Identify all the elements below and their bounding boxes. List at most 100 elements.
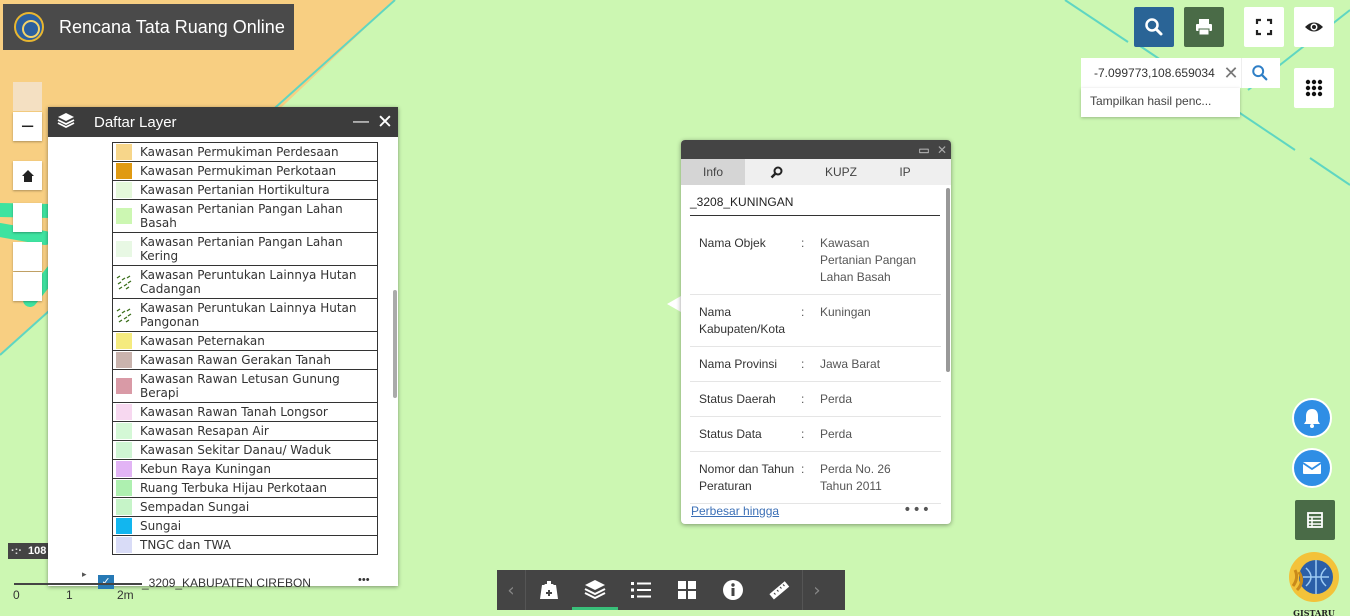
popup-scrollbar[interactable] [946, 188, 950, 372]
zoom-in-button[interactable] [13, 82, 42, 111]
layer-legend-item[interactable]: Kawasan Peruntukan Lainnya Hutan Pangona… [113, 298, 377, 331]
zoom-out-button[interactable]: − [13, 112, 42, 141]
more-actions-icon[interactable]: ••• [903, 502, 931, 518]
layer-legend-item[interactable]: Kawasan Rawan Gerakan Tanah [113, 350, 377, 369]
layer-legend-item[interactable]: Kawasan Rawan Tanah Longsor [113, 402, 377, 421]
visibility-button[interactable] [1294, 7, 1334, 47]
layer-legend-label: Kawasan Resapan Air [140, 424, 269, 438]
search-suggestion[interactable]: Tampilkan hasil penc... [1081, 88, 1240, 117]
measurement-button[interactable] [756, 570, 802, 610]
layer-legend-item[interactable]: Kebun Raya Kuningan [113, 459, 377, 478]
layer-legend-item[interactable]: Ruang Terbuka Hijau Perkotaan [113, 478, 377, 497]
layer-legend-label: Kawasan Pertanian Pangan Lahan Basah [140, 202, 343, 230]
layer-legend-item[interactable]: TNGC dan TWA [113, 535, 377, 554]
attribute-value: Kuningan [820, 305, 871, 319]
tab-zoom[interactable] [745, 159, 809, 185]
legend-swatch-icon [116, 208, 132, 224]
layer-legend-label: Kawasan Permukiman Perdesaan [140, 145, 339, 159]
search-button[interactable] [1134, 7, 1174, 47]
layer-legend-item[interactable]: Kawasan Resapan Air [113, 421, 377, 440]
attribute-key: Nama Objek [699, 236, 766, 250]
layer-legend-item[interactable]: Kawasan Pertanian Pangan Lahan Basah [113, 199, 377, 232]
search-submit-button[interactable] [1241, 58, 1277, 88]
envelope-icon [1302, 462, 1322, 474]
popup-header: ▭ ✕ [681, 140, 951, 159]
legend-swatch-icon [116, 442, 132, 458]
home-button[interactable] [13, 161, 42, 190]
popup-pointer [667, 296, 681, 312]
attribute-value: Kawasan Pertanian Pangan Lahan Basah [820, 236, 917, 284]
legend-swatch-icon [116, 274, 132, 290]
attribute-table-button[interactable] [1295, 500, 1335, 540]
info-icon [723, 580, 743, 600]
apps-menu-button[interactable] [1294, 68, 1334, 108]
clear-search-icon[interactable]: ✕ [1221, 63, 1241, 84]
fullscreen-icon [1255, 18, 1273, 36]
notification-button[interactable] [1292, 398, 1332, 438]
scale-label-1: 1 [66, 588, 73, 602]
toolbar-prev-arrow[interactable]: ‹ [497, 570, 525, 610]
layer-legend-label: Kawasan Peruntukan Lainnya Hutan Pangona… [140, 301, 357, 329]
layer-legend-item[interactable]: Sungai [113, 516, 377, 535]
atr-logo-icon [14, 12, 44, 42]
layer-legend-item[interactable]: Kawasan Peruntukan Lainnya Hutan Cadanga… [113, 265, 377, 298]
layer-group-menu-icon[interactable]: ••• [358, 574, 370, 586]
crosshair-icon: ·:· [11, 545, 22, 557]
popup-title: _3208_KUNINGAN [690, 195, 940, 216]
add-data-icon [540, 581, 558, 599]
legend-swatch-icon [116, 182, 132, 198]
layer-panel-title: Daftar Layer [94, 113, 177, 131]
attribute-value: Perda No. 26 Tahun 2011 [820, 462, 891, 493]
attribute-key: Status Daerah [699, 392, 776, 406]
scale-label-0: 0 [13, 588, 20, 602]
grid-icon [678, 581, 696, 599]
toolbar-next-arrow[interactable]: › [803, 570, 831, 610]
tab-kupz[interactable]: KUPZ [809, 159, 873, 185]
minimize-button[interactable]: — [350, 113, 372, 131]
maximize-icon[interactable]: ▭ [915, 143, 933, 157]
print-button[interactable] [1184, 7, 1224, 47]
tab-ip[interactable]: IP [873, 159, 937, 185]
layer-list-button[interactable] [572, 570, 618, 610]
search-input[interactable]: -7.099773,108.659034 [1081, 66, 1221, 80]
attribute-separator: : [801, 392, 805, 406]
layer-legend-item[interactable]: Sempadan Sungai [113, 497, 377, 516]
locate-button[interactable] [13, 203, 42, 232]
legend-swatch-icon [116, 352, 132, 368]
gistaru-logo: GISTARU [1285, 548, 1343, 616]
close-icon[interactable]: ✕ [933, 143, 951, 157]
layer-legend-item[interactable]: Kawasan Permukiman Perdesaan [113, 142, 377, 161]
layer-legend-item[interactable]: Kawasan Pertanian Pangan Lahan Kering [113, 232, 377, 265]
layer-panel-scrollbar[interactable] [393, 290, 397, 398]
fullscreen-button[interactable] [1244, 7, 1284, 47]
coordinate-search: -7.099773,108.659034 ✕ [1081, 58, 1280, 88]
layer-legend-item[interactable]: Kawasan Peternakan [113, 331, 377, 350]
layer-legend-item[interactable]: Kawasan Permukiman Perkotaan [113, 161, 377, 180]
forward-extent-button[interactable] [13, 272, 42, 301]
bottom-toolbar: ‹ › [497, 570, 845, 610]
layer-legend-item[interactable]: Kawasan Rawan Letusan Gunung Berapi [113, 369, 377, 402]
layers-icon [584, 579, 606, 599]
gistaru-label: GISTARU [1293, 608, 1335, 616]
tab-info[interactable]: Info [681, 159, 745, 185]
search-icon [1251, 65, 1267, 81]
legend-swatch-icon [116, 461, 132, 477]
back-extent-button[interactable] [13, 242, 42, 271]
layer-legend-item[interactable]: Kawasan Sekitar Danau/ Waduk [113, 440, 377, 459]
legend-swatch-icon [116, 241, 132, 257]
layer-legend-label: Kawasan Rawan Tanah Longsor [140, 405, 328, 419]
zoom-to-link[interactable]: Perbesar hingga [691, 504, 779, 518]
attribute-value: Perda [820, 392, 853, 406]
close-button[interactable]: ✕ [372, 111, 398, 134]
legend-button[interactable] [618, 570, 664, 610]
magnifier-icon [770, 166, 783, 179]
layer-legend-item[interactable]: Kawasan Pertanian Hortikultura [113, 180, 377, 199]
table-icon [1307, 512, 1323, 528]
layer-legend-label: Kawasan Permukiman Perkotaan [140, 164, 337, 178]
basemap-gallery-button[interactable] [664, 570, 710, 610]
layer-legend-label: Kawasan Rawan Gerakan Tanah [140, 353, 331, 367]
attribute-separator: : [801, 462, 805, 476]
about-button[interactable] [710, 570, 756, 610]
message-button[interactable] [1292, 448, 1332, 488]
add-data-button[interactable] [526, 570, 572, 610]
